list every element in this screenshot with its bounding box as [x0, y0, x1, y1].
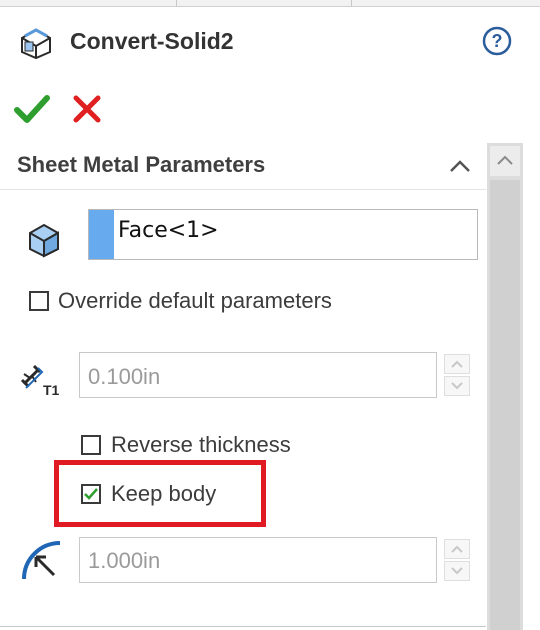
svg-text:T1: T1	[43, 382, 60, 398]
highlight-box	[54, 460, 266, 527]
divider	[0, 626, 486, 627]
tab-divider	[351, 0, 352, 6]
thickness-icon: T1	[20, 360, 66, 400]
tab-divider	[176, 0, 177, 6]
scroll-up-button[interactable]	[490, 146, 520, 176]
ok-button[interactable]	[14, 92, 50, 126]
override-parameters-label[interactable]: Override default parameters	[58, 288, 332, 314]
thickness-spinner[interactable]	[443, 352, 471, 398]
x-icon	[73, 95, 101, 123]
help-button[interactable]: ?	[482, 26, 512, 56]
override-parameters-checkbox[interactable]	[29, 291, 49, 311]
spin-up-button[interactable]	[444, 539, 470, 559]
reverse-thickness-checkbox[interactable]	[81, 435, 101, 455]
convert-solid-feature-icon	[18, 26, 54, 60]
face-selection-icon	[24, 221, 64, 259]
help-icon: ?	[482, 26, 512, 56]
chevron-up-icon	[451, 545, 463, 553]
property-manager-tabs	[0, 0, 540, 7]
chevron-up-icon	[451, 360, 463, 368]
face-selection-item[interactable]: Face<1>	[118, 218, 219, 243]
group-title: Sheet Metal Parameters	[17, 152, 266, 177]
spin-up-button[interactable]	[444, 354, 470, 374]
feature-title: Convert-Solid2	[70, 28, 234, 54]
chevron-down-icon	[451, 567, 463, 575]
spin-down-button[interactable]	[444, 561, 470, 581]
thickness-value: 0.100in	[88, 364, 161, 389]
bend-radius-spinner[interactable]	[443, 537, 471, 583]
cancel-button[interactable]	[70, 92, 104, 126]
svg-text:?: ?	[492, 31, 503, 51]
spin-down-button[interactable]	[444, 376, 470, 396]
collapse-button[interactable]	[447, 156, 473, 176]
scrollbar-thumb[interactable]	[490, 180, 520, 630]
chevron-up-icon	[450, 160, 470, 172]
selection-color-chip	[89, 210, 114, 259]
reverse-thickness-label[interactable]: Reverse thickness	[111, 432, 291, 458]
checkmark-icon	[14, 95, 50, 123]
chevron-down-icon	[451, 382, 463, 390]
bend-radius-value: 1.000in	[88, 548, 161, 573]
bend-radius-icon	[20, 539, 64, 583]
chevron-up-icon	[497, 155, 513, 165]
